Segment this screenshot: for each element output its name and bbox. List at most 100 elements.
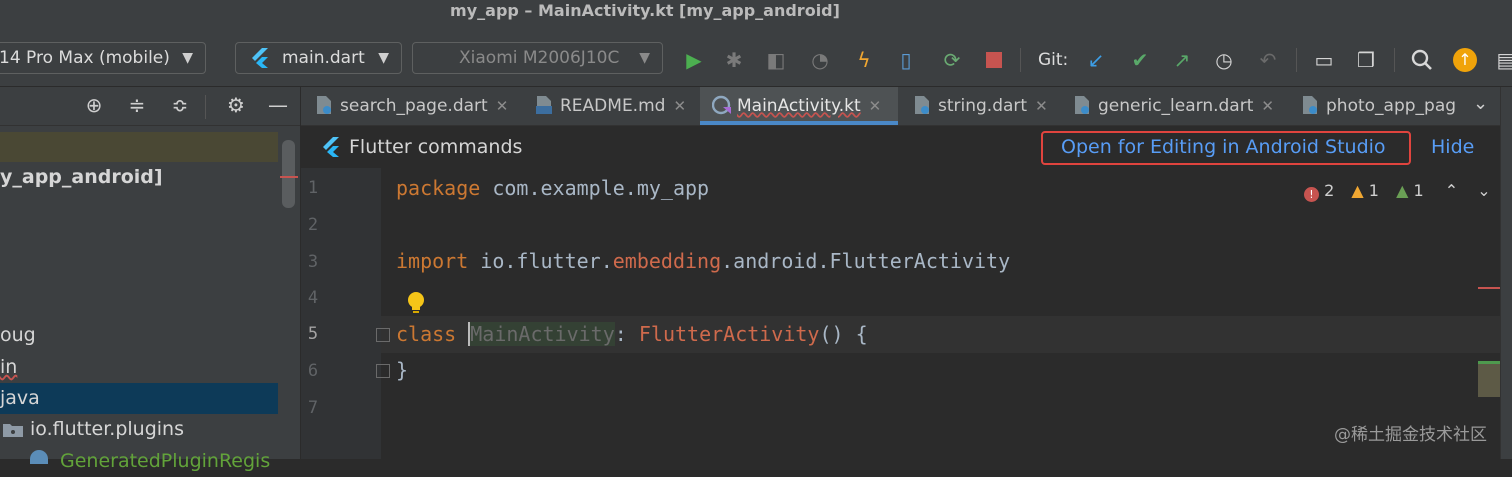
code-editor[interactable]	[381, 168, 1500, 459]
tab-readme[interactable]: README.md ✕	[535, 87, 686, 125]
rollback-icon[interactable]: ↶	[1256, 48, 1280, 72]
hot-reload-icon[interactable]: ϟ	[852, 48, 876, 72]
layout-icon[interactable]: ▤	[1494, 48, 1512, 72]
dart-file-icon	[1073, 91, 1091, 114]
editor-scroll-thumb[interactable]	[1478, 364, 1500, 397]
tab-generic-learn[interactable]: generic_learn.dart ✕	[1073, 87, 1274, 125]
tree-scrollbar[interactable]	[282, 140, 295, 208]
weak-warning-count: 1	[1413, 181, 1424, 200]
superclass-name: FlutterActivity	[638, 322, 820, 346]
tree-row-highlight	[0, 132, 278, 162]
flutter-commands-banner: Flutter commands Open for Editing in And…	[301, 126, 1500, 169]
target-device-label: Xiaomi M2006J10C	[459, 48, 620, 68]
flutter-icon	[321, 136, 341, 162]
settings-icon[interactable]: ⚙	[224, 93, 248, 117]
sdk-icon[interactable]: ❒	[1354, 48, 1378, 72]
git-update-icon[interactable]: ↙	[1084, 48, 1108, 72]
tab-label: README.md	[560, 96, 666, 116]
keyword: import	[396, 249, 469, 273]
import-path: io.flutter.	[468, 249, 613, 273]
device-manager-icon[interactable]: ▯	[894, 48, 918, 72]
device-selector-label: 14 Pro Max (mobile)	[0, 48, 170, 68]
tab-search-page[interactable]: search_page.dart ✕	[315, 87, 508, 125]
close-icon[interactable]: ✕	[496, 97, 509, 115]
close-icon[interactable]: ✕	[1035, 97, 1048, 115]
code-line-1: package com.example.my_app	[396, 176, 709, 200]
tab-main-activity[interactable]: MainActivity.kt ✕	[711, 87, 882, 125]
window-title: my_app – MainActivity.kt [my_app_android…	[450, 1, 840, 20]
warning-count: 1	[1368, 181, 1379, 200]
tree-row-java[interactable]: java	[0, 383, 278, 414]
history-icon[interactable]: ◷	[1212, 48, 1236, 72]
next-highlight-icon[interactable]: ⌄	[1477, 181, 1490, 200]
stop-icon[interactable]	[982, 48, 1006, 72]
class-name: MainActivity	[468, 322, 615, 346]
close-icon[interactable]: ✕	[1261, 97, 1274, 115]
device-mirror-icon[interactable]: ▭	[1312, 48, 1336, 72]
tab-string[interactable]: string.dart ✕	[913, 87, 1048, 125]
tab-label: string.dart	[938, 96, 1028, 116]
close-icon[interactable]: ✕	[869, 97, 882, 115]
run-icon[interactable]: ▶	[682, 48, 706, 72]
open-in-android-studio-link[interactable]: Open for Editing in Android Studio	[1061, 126, 1386, 168]
banner-title: Flutter commands	[349, 136, 523, 158]
kotlin-file-icon	[711, 91, 731, 115]
tree-row-main[interactable]: in	[0, 352, 278, 383]
expand-all-icon[interactable]: ≑	[125, 93, 149, 117]
toolbar-divider	[1296, 48, 1297, 72]
fold-icon[interactable]	[376, 364, 390, 378]
lightbulb-icon[interactable]	[404, 290, 428, 316]
code-line-5: class MainActivity: FlutterActivity() {	[396, 322, 868, 346]
fold-icon[interactable]	[376, 328, 390, 342]
collapse-all-icon[interactable]: ≎	[168, 93, 192, 117]
line-number: 2	[307, 215, 319, 235]
package-name: com.example.my_app	[480, 176, 710, 200]
code-line-3: import io.flutter.embedding.android.Flut…	[396, 249, 1010, 273]
flutter-icon	[250, 47, 270, 79]
chevron-down-icon: ▼	[182, 50, 193, 66]
attach-debugger-icon[interactable]: ◧	[764, 48, 788, 72]
inspection-widget[interactable]: ! 2 ▲ 1 ▲ 1 ⌃ ⌄	[1304, 180, 1491, 202]
code-line-6: }	[396, 358, 408, 382]
git-label: Git:	[1038, 50, 1069, 70]
run-config-selector[interactable]: main.dart ▼	[235, 42, 402, 74]
locate-icon[interactable]: ⊕	[82, 93, 106, 117]
project-tree: y_app_android] oug in java io.flutter.pl…	[0, 126, 300, 472]
tree-row-generated-registrant[interactable]: GeneratedPluginRegis	[60, 446, 338, 477]
tree-row-debug[interactable]: oug	[0, 320, 278, 351]
line-number: 7	[307, 398, 319, 418]
hide-icon[interactable]: —	[266, 93, 290, 117]
tab-label: search_page.dart	[340, 96, 488, 116]
hide-link[interactable]: Hide	[1431, 126, 1474, 168]
update-icon[interactable]: ↑	[1453, 48, 1477, 72]
package-folder-icon	[2, 422, 24, 438]
target-device-selector[interactable]: Xiaomi M2006J10C ▼	[412, 42, 663, 74]
closing-brace: }	[396, 358, 409, 382]
git-commit-icon[interactable]: ✔	[1128, 48, 1152, 72]
tree-row-package[interactable]: io.flutter.plugins	[30, 414, 308, 445]
code-punct: :	[614, 322, 639, 346]
toolbar-divider	[1020, 48, 1021, 72]
profile-icon[interactable]: ◔	[808, 48, 832, 72]
keyword: class	[396, 322, 457, 346]
dart-file-icon	[1301, 91, 1319, 114]
debug-icon[interactable]: ✱	[722, 48, 746, 72]
tab-label: photo_app_pag	[1326, 96, 1457, 116]
chevron-down-icon: ▼	[378, 50, 389, 66]
import-error-segment: embedding	[612, 249, 722, 273]
tab-overflow-chevron-icon[interactable]: ⌄	[1473, 93, 1488, 114]
run-config-label: main.dart	[282, 48, 365, 68]
chevron-down-icon: ▼	[639, 50, 650, 66]
search-icon[interactable]	[1410, 48, 1434, 72]
device-selector[interactable]: 14 Pro Max (mobile) ▼	[0, 42, 206, 74]
tree-row-module[interactable]: y_app_android]	[0, 162, 278, 193]
dart-file-icon	[913, 91, 931, 114]
previous-highlight-icon[interactable]: ⌃	[1445, 181, 1458, 200]
git-push-icon[interactable]: ↗	[1170, 48, 1194, 72]
error-stripe-mark[interactable]	[1478, 287, 1500, 289]
close-icon[interactable]: ✕	[673, 97, 686, 115]
line-number: 6	[307, 361, 319, 381]
tab-photo-app-page[interactable]: photo_app_pag	[1301, 87, 1466, 125]
warning-icon: ▲	[1351, 181, 1364, 200]
sync-icon[interactable]: ⟳	[940, 48, 964, 72]
